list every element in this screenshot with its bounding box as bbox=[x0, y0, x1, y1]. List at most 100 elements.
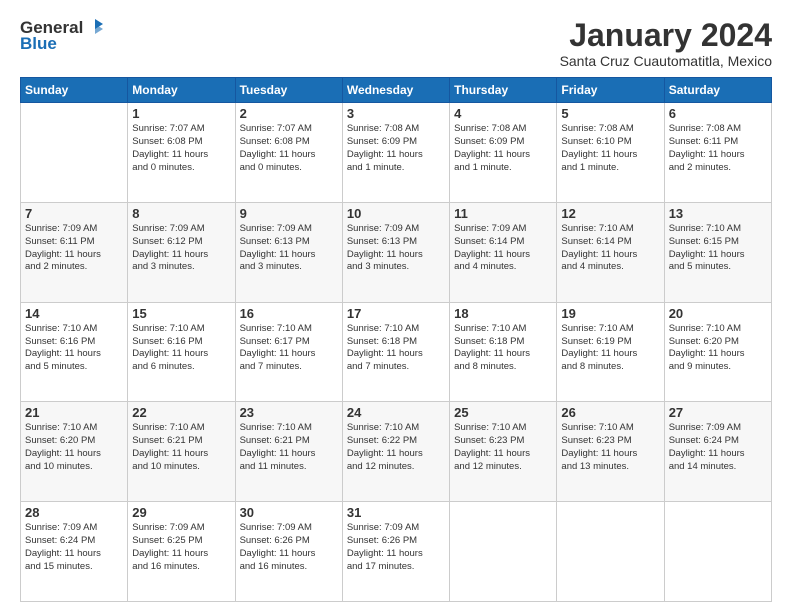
table-row: 7Sunrise: 7:09 AM Sunset: 6:11 PM Daylig… bbox=[21, 202, 128, 302]
day-info: Sunrise: 7:08 AM Sunset: 6:09 PM Dayligh… bbox=[454, 123, 552, 174]
table-row: 11 Sunrise: 7:09 AM Sunset: 6:14 PM Dayli… bbox=[450, 202, 557, 302]
day-number: 9 bbox=[240, 206, 338, 221]
day-number: 4 bbox=[454, 106, 552, 121]
table-row: 24Sunrise: 7:10 AM Sunset: 6:22 PM Dayli… bbox=[342, 402, 449, 502]
day-info: Sunrise: 7:09 AM Sunset: 6:25 PM Dayligh… bbox=[132, 522, 230, 573]
day-info: Sunrise: 7:10 AM Sunset: 6:23 PM Dayligh… bbox=[454, 422, 552, 473]
day-info: Sunrise: 7:09 AM Sunset: 6:13 PM Dayligh… bbox=[347, 223, 445, 274]
calendar-week-row: 21Sunrise: 7:10 AM Sunset: 6:20 PM Dayli… bbox=[21, 402, 772, 502]
day-number: 31 bbox=[347, 505, 445, 520]
col-saturday: Saturday bbox=[664, 78, 771, 103]
table-row: 9 Sunrise: 7:09 AM Sunset: 6:13 PM Daylig… bbox=[235, 202, 342, 302]
col-wednesday: Wednesday bbox=[342, 78, 449, 103]
day-number: 20 bbox=[669, 306, 767, 321]
day-info: Sunrise: 7:09 AM Sunset: 6:24 PM Dayligh… bbox=[669, 422, 767, 473]
table-row: 5 Sunrise: 7:08 AM Sunset: 6:10 PM Daylig… bbox=[557, 103, 664, 203]
table-row: 15 Sunrise: 7:10 AM Sunset: 6:16 PM Dayli… bbox=[128, 302, 235, 402]
table-row: 31Sunrise: 7:09 AM Sunset: 6:26 PM Dayli… bbox=[342, 502, 449, 602]
day-number: 27 bbox=[669, 405, 767, 420]
day-number: 17 bbox=[347, 306, 445, 321]
day-number: 13 bbox=[669, 206, 767, 221]
day-number: 25 bbox=[454, 405, 552, 420]
table-row: 22Sunrise: 7:10 AM Sunset: 6:21 PM Dayli… bbox=[128, 402, 235, 502]
table-row: 2 Sunrise: 7:07 AM Sunset: 6:08 PM Daylig… bbox=[235, 103, 342, 203]
calendar-week-row: 14 Sunrise: 7:10 AM Sunset: 6:16 PM Dayli… bbox=[21, 302, 772, 402]
table-row: 8Sunrise: 7:09 AM Sunset: 6:12 PM Daylig… bbox=[128, 202, 235, 302]
day-info: Sunrise: 7:10 AM Sunset: 6:18 PM Dayligh… bbox=[454, 323, 552, 374]
calendar-header-row: Sunday Monday Tuesday Wednesday Thursday… bbox=[21, 78, 772, 103]
calendar-week-row: 7Sunrise: 7:09 AM Sunset: 6:11 PM Daylig… bbox=[21, 202, 772, 302]
day-info: Sunrise: 7:10 AM Sunset: 6:16 PM Dayligh… bbox=[132, 323, 230, 374]
table-row: 4 Sunrise: 7:08 AM Sunset: 6:09 PM Daylig… bbox=[450, 103, 557, 203]
day-info: Sunrise: 7:10 AM Sunset: 6:14 PM Dayligh… bbox=[561, 223, 659, 274]
day-number: 12 bbox=[561, 206, 659, 221]
col-friday: Friday bbox=[557, 78, 664, 103]
page: General Blue January 2024 Santa Cruz Cua… bbox=[0, 0, 792, 612]
table-row: 18 Sunrise: 7:10 AM Sunset: 6:18 PM Dayli… bbox=[450, 302, 557, 402]
table-row: 29 Sunrise: 7:09 AM Sunset: 6:25 PM Dayli… bbox=[128, 502, 235, 602]
day-info: Sunrise: 7:08 AM Sunset: 6:10 PM Dayligh… bbox=[561, 123, 659, 174]
table-row: 21Sunrise: 7:10 AM Sunset: 6:20 PM Dayli… bbox=[21, 402, 128, 502]
day-info: Sunrise: 7:10 AM Sunset: 6:20 PM Dayligh… bbox=[669, 323, 767, 374]
calendar-table: Sunday Monday Tuesday Wednesday Thursday… bbox=[20, 77, 772, 602]
table-row: 1Sunrise: 7:07 AM Sunset: 6:08 PM Daylig… bbox=[128, 103, 235, 203]
day-number: 23 bbox=[240, 405, 338, 420]
day-info: Sunrise: 7:10 AM Sunset: 6:18 PM Dayligh… bbox=[347, 323, 445, 374]
day-number: 21 bbox=[25, 405, 123, 420]
table-row: 28Sunrise: 7:09 AM Sunset: 6:24 PM Dayli… bbox=[21, 502, 128, 602]
day-number: 15 bbox=[132, 306, 230, 321]
day-info: Sunrise: 7:10 AM Sunset: 6:21 PM Dayligh… bbox=[240, 422, 338, 473]
day-info: Sunrise: 7:07 AM Sunset: 6:08 PM Dayligh… bbox=[240, 123, 338, 174]
day-number: 29 bbox=[132, 505, 230, 520]
table-row: 10 Sunrise: 7:09 AM Sunset: 6:13 PM Dayli… bbox=[342, 202, 449, 302]
day-number: 19 bbox=[561, 306, 659, 321]
day-number: 6 bbox=[669, 106, 767, 121]
col-thursday: Thursday bbox=[450, 78, 557, 103]
day-number: 5 bbox=[561, 106, 659, 121]
table-row: 13 Sunrise: 7:10 AM Sunset: 6:15 PM Dayli… bbox=[664, 202, 771, 302]
table-row: 17 Sunrise: 7:10 AM Sunset: 6:18 PM Dayli… bbox=[342, 302, 449, 402]
day-info: Sunrise: 7:09 AM Sunset: 6:11 PM Dayligh… bbox=[25, 223, 123, 274]
day-number: 30 bbox=[240, 505, 338, 520]
logo: General Blue bbox=[20, 18, 105, 54]
day-info: Sunrise: 7:09 AM Sunset: 6:13 PM Dayligh… bbox=[240, 223, 338, 274]
header: General Blue January 2024 Santa Cruz Cua… bbox=[20, 18, 772, 69]
table-row: 25 Sunrise: 7:10 AM Sunset: 6:23 PM Dayli… bbox=[450, 402, 557, 502]
day-number: 10 bbox=[347, 206, 445, 221]
day-info: Sunrise: 7:10 AM Sunset: 6:16 PM Dayligh… bbox=[25, 323, 123, 374]
day-info: Sunrise: 7:09 AM Sunset: 6:14 PM Dayligh… bbox=[454, 223, 552, 274]
col-monday: Monday bbox=[128, 78, 235, 103]
day-number: 3 bbox=[347, 106, 445, 121]
day-info: Sunrise: 7:09 AM Sunset: 6:12 PM Dayligh… bbox=[132, 223, 230, 274]
day-number: 14 bbox=[25, 306, 123, 321]
title-block: January 2024 Santa Cruz Cuautomatitla, M… bbox=[560, 18, 772, 69]
calendar-week-row: 1Sunrise: 7:07 AM Sunset: 6:08 PM Daylig… bbox=[21, 103, 772, 203]
day-info: Sunrise: 7:09 AM Sunset: 6:24 PM Dayligh… bbox=[25, 522, 123, 573]
day-info: Sunrise: 7:08 AM Sunset: 6:09 PM Dayligh… bbox=[347, 123, 445, 174]
day-number: 26 bbox=[561, 405, 659, 420]
table-row: 20 Sunrise: 7:10 AM Sunset: 6:20 PM Dayli… bbox=[664, 302, 771, 402]
day-number: 2 bbox=[240, 106, 338, 121]
table-row bbox=[450, 502, 557, 602]
table-row: 6 Sunrise: 7:08 AM Sunset: 6:11 PM Daylig… bbox=[664, 103, 771, 203]
table-row: 23 Sunrise: 7:10 AM Sunset: 6:21 PM Dayli… bbox=[235, 402, 342, 502]
day-info: Sunrise: 7:10 AM Sunset: 6:22 PM Dayligh… bbox=[347, 422, 445, 473]
table-row: 12 Sunrise: 7:10 AM Sunset: 6:14 PM Dayli… bbox=[557, 202, 664, 302]
table-row bbox=[664, 502, 771, 602]
table-row: 19 Sunrise: 7:10 AM Sunset: 6:19 PM Dayli… bbox=[557, 302, 664, 402]
table-row bbox=[21, 103, 128, 203]
day-number: 18 bbox=[454, 306, 552, 321]
table-row: 26Sunrise: 7:10 AM Sunset: 6:23 PM Dayli… bbox=[557, 402, 664, 502]
day-info: Sunrise: 7:10 AM Sunset: 6:19 PM Dayligh… bbox=[561, 323, 659, 374]
day-info: Sunrise: 7:08 AM Sunset: 6:11 PM Dayligh… bbox=[669, 123, 767, 174]
day-number: 11 bbox=[454, 206, 552, 221]
col-tuesday: Tuesday bbox=[235, 78, 342, 103]
day-info: Sunrise: 7:10 AM Sunset: 6:21 PM Dayligh… bbox=[132, 422, 230, 473]
day-info: Sunrise: 7:09 AM Sunset: 6:26 PM Dayligh… bbox=[240, 522, 338, 573]
table-row: 27 Sunrise: 7:09 AM Sunset: 6:24 PM Dayli… bbox=[664, 402, 771, 502]
day-info: Sunrise: 7:10 AM Sunset: 6:15 PM Dayligh… bbox=[669, 223, 767, 274]
table-row bbox=[557, 502, 664, 602]
logo-blue-text: Blue bbox=[20, 34, 57, 54]
col-sunday: Sunday bbox=[21, 78, 128, 103]
calendar-week-row: 28Sunrise: 7:09 AM Sunset: 6:24 PM Dayli… bbox=[21, 502, 772, 602]
